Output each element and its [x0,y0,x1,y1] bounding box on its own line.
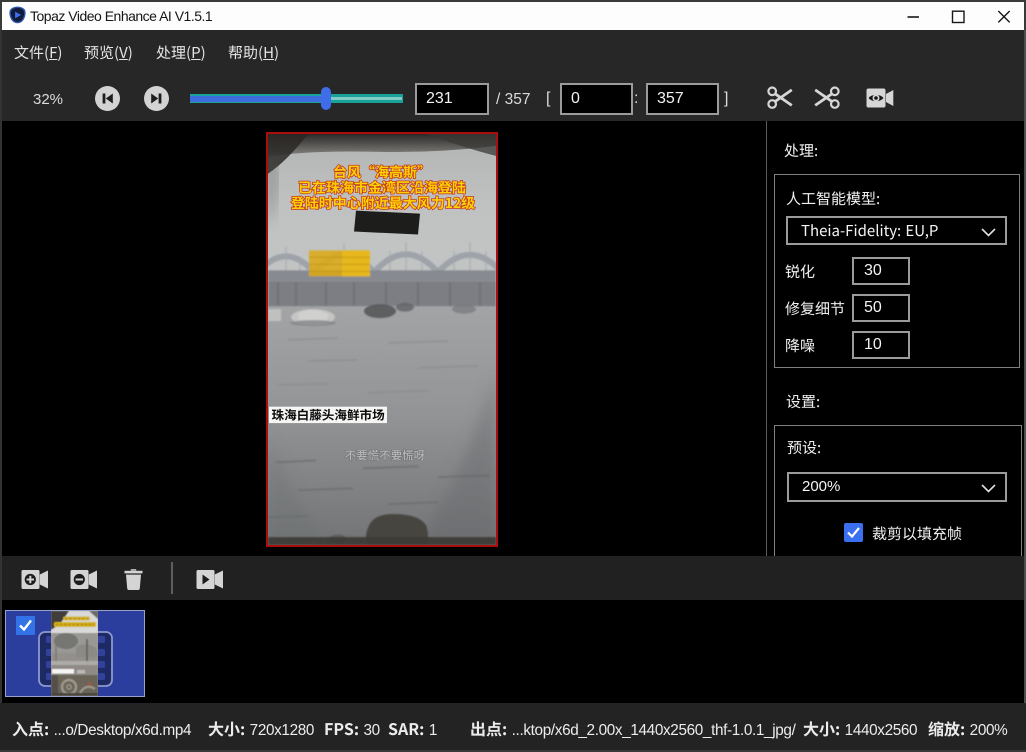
svg-text:登陆时中心附近最大风力12级: 登陆时中心附近最大风力12级 [291,193,475,213]
svg-text:珠海白藤头海鲜市场: 珠海白藤头海鲜市场 [272,405,386,424]
svg-text:不要慌不要慌呀: 不要慌不要慌呀 [345,447,426,463]
